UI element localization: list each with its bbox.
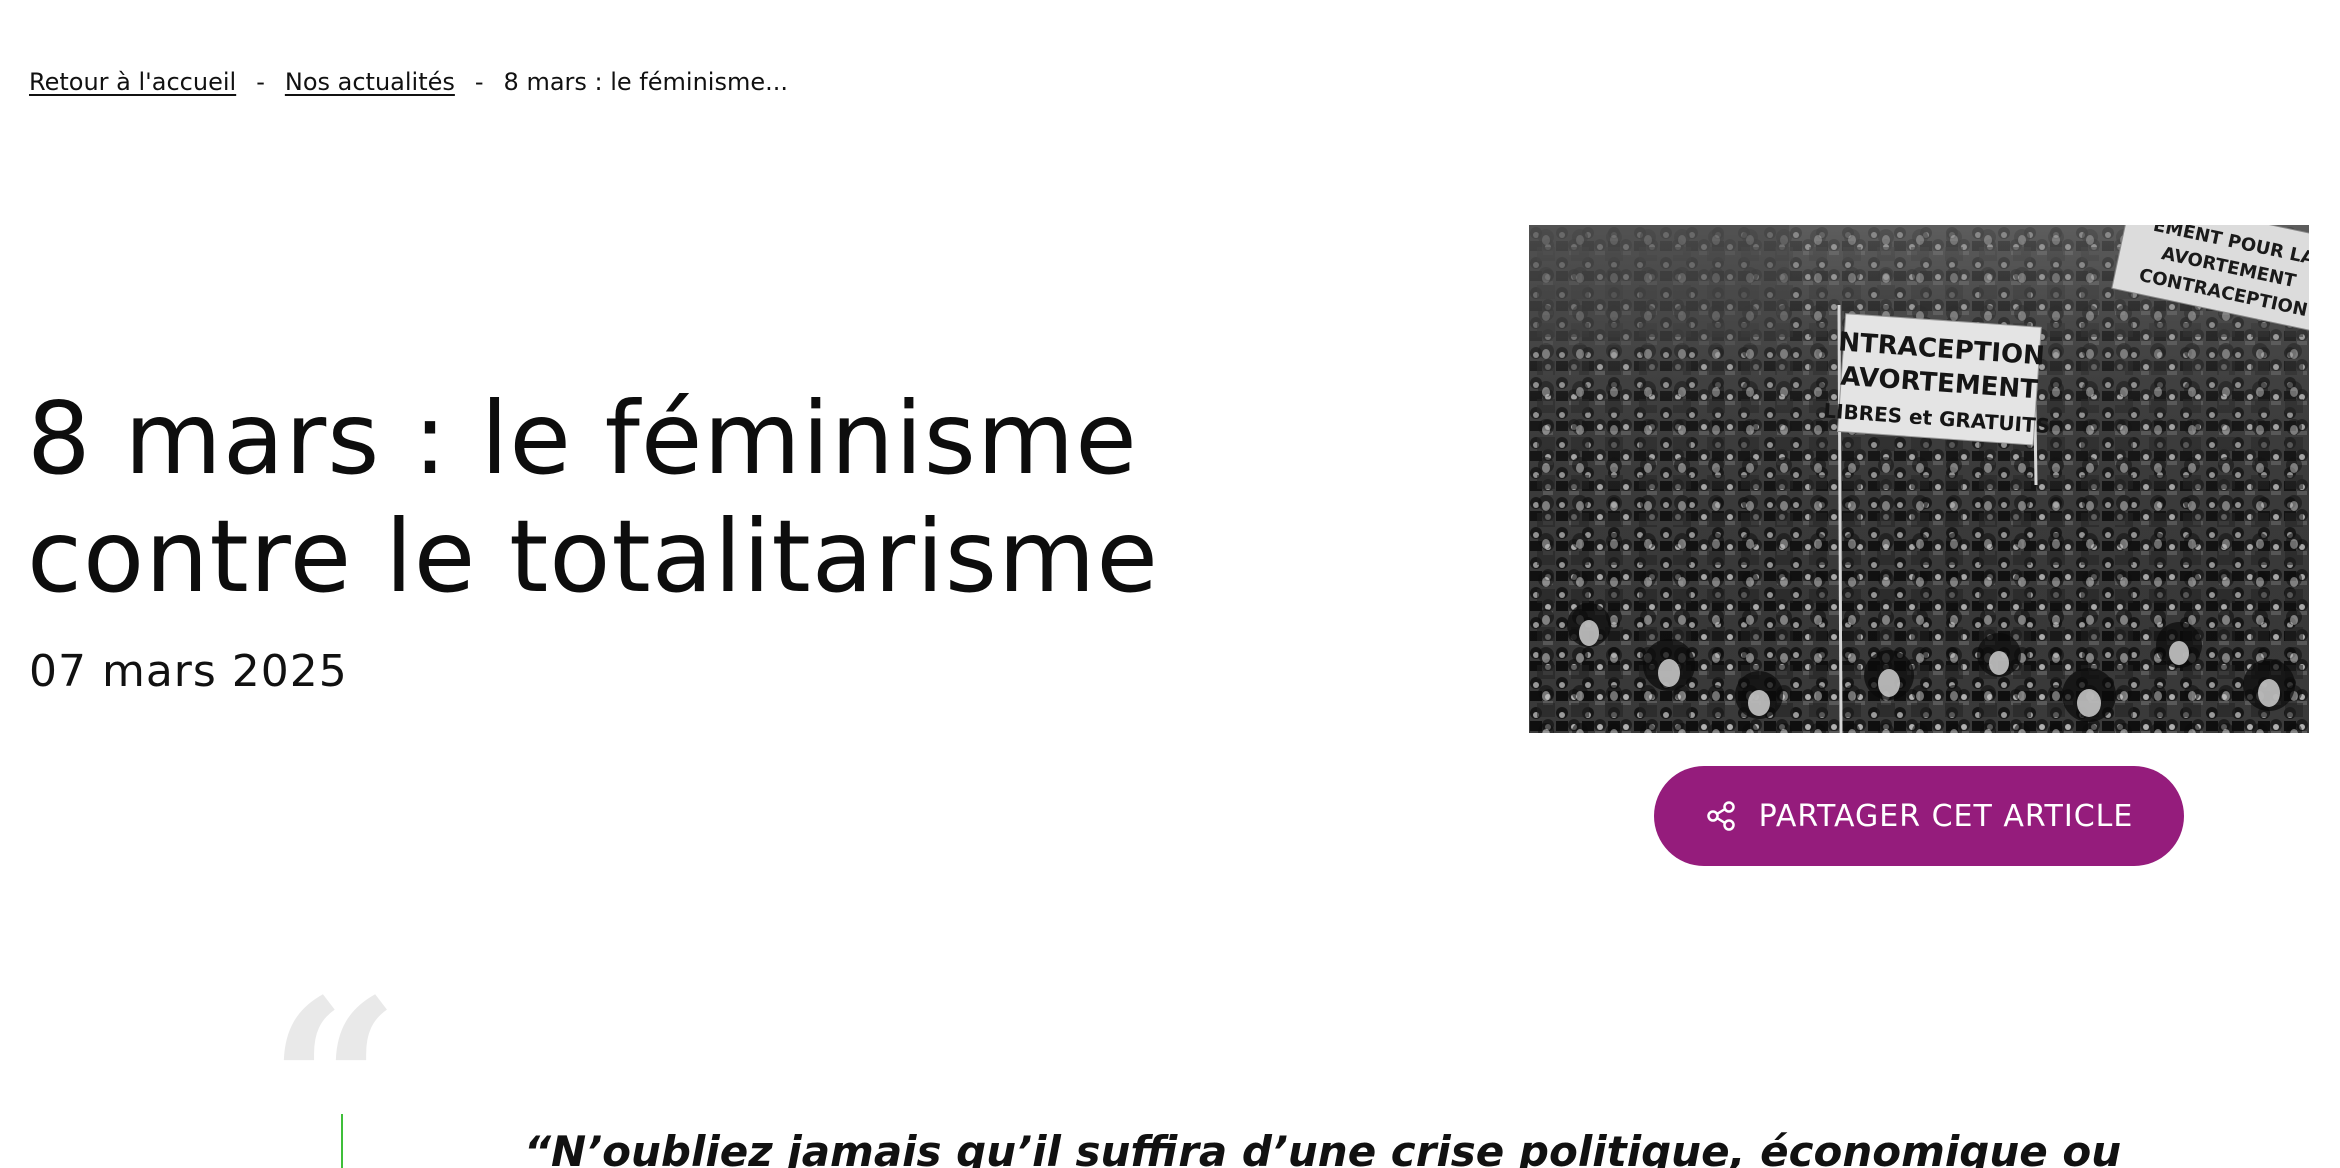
share-button-label: PARTAGER CET ARTICLE [1758, 798, 2134, 834]
article-date: 07 mars 2025 [29, 646, 348, 697]
breadcrumb-section-link[interactable]: Nos actualités [285, 68, 455, 96]
photo-protest-crowd: NTRACEPTION AVORTEMENT LIBRES et GRATUIT… [1529, 225, 2309, 733]
breadcrumb-current: 8 mars : le féminisme... [503, 68, 788, 96]
quote-text: “N’oubliez jamais qu’il suffira d’une cr… [524, 1127, 2122, 1168]
breadcrumb: Retour à l'accueil - Nos actualités -8 mars… [29, 64, 788, 100]
title-line-2: contre le totalitarisme [27, 498, 1159, 615]
share-article-button[interactable]: PARTAGER CET ARTICLE [1654, 766, 2184, 866]
quote-accent-bar [341, 1114, 343, 1168]
quote-mark-icon: “ [268, 950, 401, 1168]
article-image: NTRACEPTION AVORTEMENT LIBRES et GRATUIT… [1529, 225, 2309, 733]
breadcrumb-home-link[interactable]: Retour à l'accueil [29, 68, 236, 96]
article-page: Retour à l'accueil - Nos actualités -8 mars… [0, 0, 2340, 1168]
breadcrumb-separator: - [256, 68, 265, 96]
share-icon [1706, 801, 1735, 831]
page-title: 8 mars : le féminisme contre le totalita… [27, 380, 1327, 616]
breadcrumb-separator: - [474, 68, 484, 96]
title-line-1: 8 mars : le féminisme [27, 380, 1138, 497]
